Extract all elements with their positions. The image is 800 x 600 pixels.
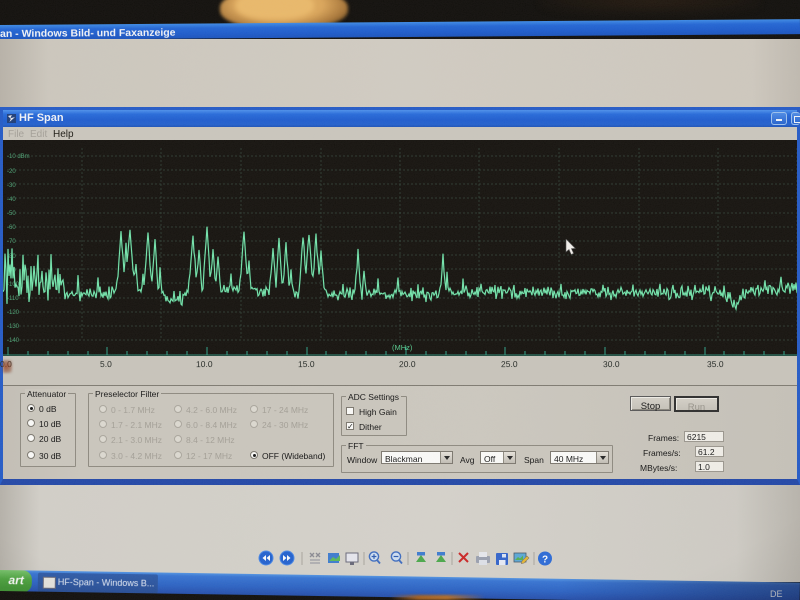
svg-text:-40: -40 bbox=[7, 197, 16, 203]
svg-text:-110: -110 bbox=[7, 296, 19, 302]
svg-text:-50: -50 bbox=[7, 211, 16, 217]
svg-text:-60: -60 bbox=[7, 225, 16, 231]
svg-text:(MHz): (MHz) bbox=[392, 343, 413, 352]
svg-text:-20: -20 bbox=[7, 169, 16, 175]
svg-text:-130: -130 bbox=[7, 324, 20, 330]
svg-text:?: ? bbox=[542, 555, 548, 566]
svg-text:-120: -120 bbox=[7, 310, 20, 316]
svg-text:-30: -30 bbox=[7, 183, 16, 189]
svg-text:-10 dBm: -10 dBm bbox=[7, 154, 30, 160]
svg-text:-140: -140 bbox=[7, 338, 20, 344]
svg-text:-70: -70 bbox=[7, 239, 16, 245]
